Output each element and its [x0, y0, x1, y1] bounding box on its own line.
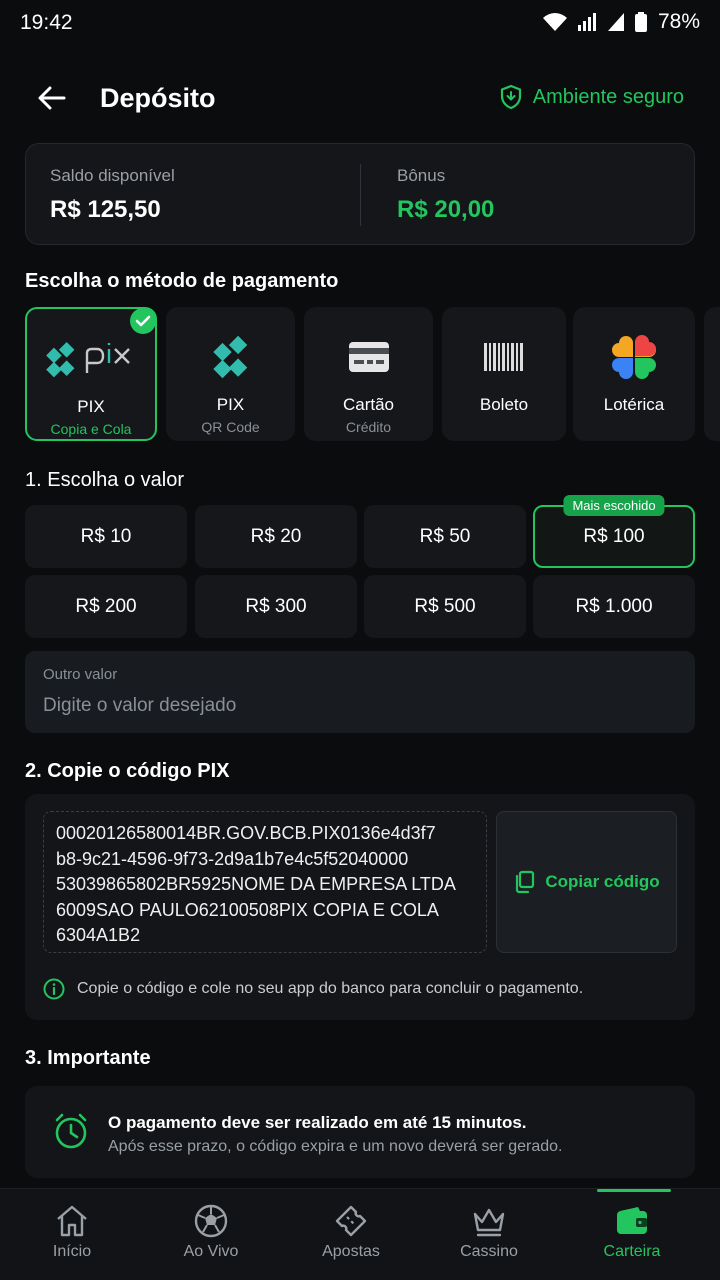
crown-icon	[471, 1203, 507, 1239]
battery-icon	[634, 12, 647, 32]
important-detail: Após esse prazo, o código expira e um no…	[108, 1138, 563, 1155]
bonus-label: Bônus	[397, 166, 446, 185]
pix-code-line: 00020126580014BR.GOV.BCB.PIX0136e4d3f7	[56, 823, 436, 843]
secure-label: Ambiente seguro	[532, 85, 684, 108]
status-time: 19:42	[20, 11, 73, 34]
battery-percent: 78%	[657, 10, 700, 33]
method-sub: QR Code	[201, 419, 260, 435]
method-name: Lotérica	[603, 395, 665, 414]
amount-title: 1. Escolha o valor	[25, 469, 184, 491]
amount-option[interactable]: R$ 20	[195, 505, 357, 568]
bonus-value: R$ 20,00	[397, 196, 495, 223]
pix-code-title: 2. Copie o código PIX	[25, 760, 230, 782]
method-name: PIX	[216, 395, 245, 414]
balance-card: Saldo disponível R$ 125,50 Bônus R$ 20,0…	[25, 143, 695, 245]
shield-icon	[500, 84, 521, 110]
pix-code-line: b8-9c21-4596-9f73-2d9a1b7e4c5f52040000	[56, 848, 409, 869]
nav-item-apostas[interactable]: Apostas	[281, 1189, 421, 1280]
popular-tag: Mais escohido	[563, 495, 665, 516]
amount-option[interactable]: R$ 500	[364, 575, 526, 638]
method-name: Boleto	[479, 395, 529, 414]
amount-option-selected[interactable]: Mais escohido R$ 100	[533, 495, 695, 568]
available-label: Saldo disponível	[50, 166, 175, 185]
method-sub: Copia e Cola	[50, 421, 132, 437]
nav-item-ao-vivo[interactable]: Ao Vivo	[141, 1189, 281, 1280]
copy-icon	[516, 870, 535, 894]
method-loterica[interactable]: Lotérica	[573, 307, 695, 441]
method-name: Cartão	[342, 395, 395, 414]
method-credit-card[interactable]: Cartão Crédito	[304, 307, 433, 441]
home-icon	[54, 1203, 90, 1239]
active-indicator	[597, 1189, 671, 1192]
important-title: 3. Importante	[25, 1047, 151, 1069]
page-title: Depósito	[100, 83, 216, 113]
page-header: Depósito Ambiente seguro	[0, 70, 720, 128]
nav-item-cassino[interactable]: Cassino	[419, 1189, 559, 1280]
nav-label: Início	[52, 1243, 92, 1260]
method-pix-qr[interactable]: PIX QR Code	[166, 307, 295, 441]
clover-icon	[612, 329, 656, 385]
method-name: PIX	[77, 397, 105, 416]
other-value-input[interactable]	[43, 691, 663, 721]
pix-code-line: 6009SAO PAULO62100508PIX COPIA E COLA	[56, 899, 439, 920]
amount-option[interactable]: R$ 10	[25, 505, 187, 568]
wallet-icon	[614, 1203, 650, 1239]
copy-code-label: Copiar código	[545, 872, 660, 891]
secure-badge: Ambiente seguro	[499, 84, 684, 110]
signal-2-icon	[607, 13, 624, 31]
payment-method-title: Escolha o método de pagamento	[25, 270, 339, 292]
pix-code-box[interactable]: 00020126580014BR.GOV.BCB.PIX0136e4d3f7 b…	[43, 811, 487, 953]
payment-methods: PIX Copia e Cola PIX QR Code Cartão Créd…	[25, 307, 720, 442]
nav-label: Ao Vivo	[183, 1243, 239, 1260]
pix-hint: Copie o código e cole no seu app do banc…	[43, 978, 583, 1000]
nav-label: Apostas	[322, 1243, 380, 1260]
barcode-icon	[482, 329, 526, 385]
method-sub: Crédito	[345, 419, 392, 435]
amount-option[interactable]: R$ 300	[195, 575, 357, 638]
balance-divider	[360, 164, 361, 226]
pix-hint-text: Copie o código e cole no seu app do banc…	[77, 980, 584, 997]
available-balance: Saldo disponível R$ 125,50	[50, 166, 175, 224]
nav-label: Carteira	[603, 1243, 661, 1260]
important-card: O pagamento deve ser realizado em até 15…	[25, 1086, 695, 1178]
status-icons: 78%	[542, 10, 700, 34]
signal-icon	[577, 13, 596, 31]
pix-logo-icon	[43, 331, 139, 387]
nav-label: Cassino	[460, 1243, 518, 1260]
arrow-left-icon	[38, 86, 66, 110]
clock-icon	[53, 1112, 89, 1155]
pix-diamond-icon	[209, 329, 253, 385]
soccer-ball-icon	[193, 1203, 229, 1239]
nav-item-inicio[interactable]: Início	[2, 1189, 142, 1280]
amount-option[interactable]: R$ 200	[25, 575, 187, 638]
back-button[interactable]	[34, 82, 70, 114]
credit-card-icon	[347, 329, 391, 385]
method-boleto[interactable]: Boleto	[442, 307, 566, 441]
nav-item-carteira[interactable]: Carteira	[562, 1189, 702, 1280]
bottom-nav: Início Ao Vivo Apostas Cassino Carteira	[0, 1188, 720, 1280]
important-headline: O pagamento deve ser realizado em até 15…	[108, 1113, 527, 1132]
bonus-balance: Bônus R$ 20,00	[397, 166, 494, 224]
available-value: R$ 125,50	[50, 196, 161, 223]
amount-option-label: R$ 100	[583, 525, 645, 547]
ticket-icon	[333, 1203, 369, 1239]
status-bar: 19:42 78%	[0, 0, 720, 48]
info-icon	[43, 978, 65, 1000]
pix-code-card: 00020126580014BR.GOV.BCB.PIX0136e4d3f7 b…	[25, 794, 695, 1020]
method-pix-copia-cola[interactable]: PIX Copia e Cola	[25, 307, 157, 441]
other-value-field[interactable]: Outro valor	[25, 651, 695, 733]
method-more[interactable]	[704, 307, 720, 441]
pix-code-line: 6304A1B2	[56, 925, 141, 945]
copy-code-button[interactable]: Copiar código	[496, 811, 677, 953]
other-value-label: Outro valor	[43, 666, 118, 683]
amount-option[interactable]: R$ 50	[364, 505, 526, 568]
amount-option[interactable]: R$ 1.000	[533, 575, 695, 638]
check-icon	[130, 308, 156, 334]
pix-code-line: 53039865802BR5925NOME DA EMPRESA LTDA	[56, 874, 456, 894]
wifi-icon	[542, 13, 567, 31]
